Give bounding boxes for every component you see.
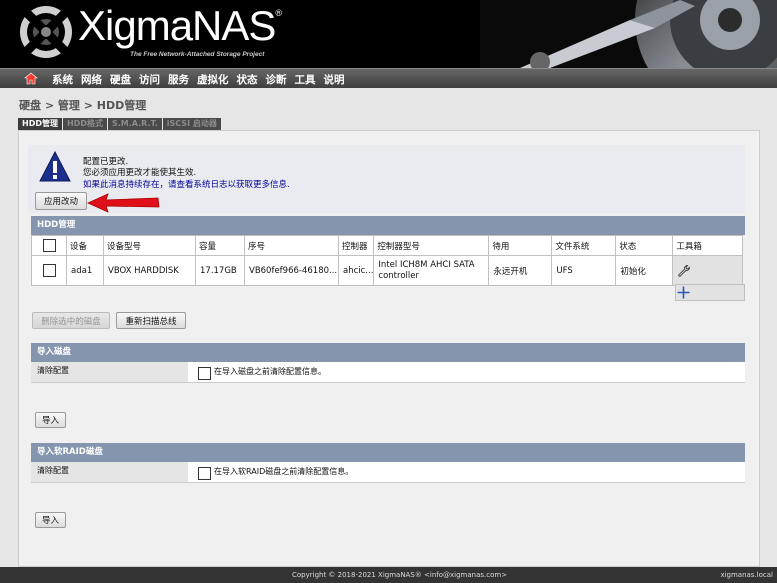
select-all-header — [31, 235, 67, 256]
breadcrumb: 硬盘 > 管理 > HDD管理 — [19, 99, 147, 112]
table-header-row: 设备 设备型号 容量 序号 控制器 控制器型号 待用 文件系统 状态 工具箱 — [31, 235, 744, 256]
home-icon[interactable] — [24, 72, 38, 85]
delete-selected-disks-button[interactable]: 删除选中的磁盘 — [32, 312, 110, 329]
rescan-bus-button[interactable]: 重新扫描总线 — [116, 312, 186, 329]
menu-services[interactable]: 服务 — [164, 72, 193, 87]
column-header: 控制器 — [337, 235, 375, 256]
header-banner: XigmaNAS® The Free Network-Attached Stor… — [0, 0, 777, 68]
logo-text: XigmaNAS® — [78, 2, 282, 49]
select-all-checkbox[interactable] — [43, 239, 56, 252]
menu-status[interactable]: 状态 — [233, 72, 262, 87]
add-icon[interactable] — [677, 286, 690, 299]
tab-hdd-format[interactable]: HDD格式 — [62, 118, 107, 130]
warning-icon — [39, 151, 71, 182]
main-menu-bar: 系统 网络 硬盘 访问 服务 虚拟化 状态 诊断 工具 说明 — [0, 68, 777, 88]
model-cell: VBOX HARDDISK — [103, 255, 196, 286]
apply-changes-button[interactable]: 应用改动 — [35, 192, 87, 210]
hdd-management-header: HDD管理 — [31, 216, 745, 235]
column-header: 文件系统 — [551, 235, 617, 256]
tab-smart[interactable]: S.M.A.R.T. — [107, 118, 162, 130]
menu-items: 系统 网络 硬盘 访问 服务 虚拟化 状态 诊断 工具 说明 — [48, 69, 349, 89]
menu-diagnostics[interactable]: 诊断 — [262, 72, 291, 87]
clear-config-checkbox[interactable] — [198, 367, 211, 380]
clear-config-label: 清除配置 — [31, 362, 188, 383]
clear-raid-config-label: 清除配置 — [31, 462, 188, 483]
column-header: 工具箱 — [672, 235, 744, 256]
column-header: 状态 — [615, 235, 674, 256]
standby-cell: 永远开机 — [488, 255, 553, 286]
footer: Copyright © 2018-2021 XigmaNAS® <info@xi… — [0, 567, 777, 583]
tab-iscsi-initiator[interactable]: iSCSI 启动器 — [162, 118, 221, 130]
clear-raid-config-field: 在导入软RAID磁盘之前清除配置信息。 — [188, 462, 745, 483]
clear-raid-config-description: 在导入软RAID磁盘之前清除配置信息。 — [214, 467, 354, 476]
column-header: 设备 — [66, 235, 104, 256]
clear-config-field: 在导入磁盘之前清除配置信息。 — [188, 362, 745, 383]
logo-tagline: The Free Network-Attached Storage Projec… — [130, 51, 265, 58]
clear-raid-config-checkbox[interactable] — [198, 467, 211, 480]
import-raid-button[interactable]: 导入 — [35, 512, 66, 528]
import-raid-header: 导入软RAID磁盘 — [31, 443, 745, 462]
wrench-icon[interactable] — [677, 264, 691, 278]
tab-hdd-management[interactable]: HDD管理 — [18, 118, 62, 130]
menu-help[interactable]: 说明 — [320, 72, 349, 87]
device-cell: ada1 — [66, 255, 104, 286]
size-cell: 17.17GB — [195, 255, 245, 286]
pointer-arrow-icon — [87, 193, 160, 213]
row-select-cell — [31, 255, 67, 286]
column-header: 待用 — [488, 235, 553, 256]
column-header: 控制器型号 — [373, 235, 490, 256]
menu-network[interactable]: 网络 — [77, 72, 106, 87]
hard-disk-illustration — [480, 0, 777, 68]
xigmanas-logo-icon — [20, 6, 72, 58]
hostname-text: xigmanas.local — [720, 571, 773, 579]
menu-virtualization[interactable]: 虚拟化 — [193, 72, 233, 87]
table-row: ada1 VBOX HARDDISK 17.17GB VB60fef966-46… — [31, 255, 744, 286]
tab-bar: HDD管理 HDD格式 S.M.A.R.T. iSCSI 启动器 — [18, 118, 222, 130]
disk-table: 设备 设备型号 容量 序号 控制器 控制器型号 待用 文件系统 状态 工具箱 a… — [31, 235, 744, 286]
menu-system[interactable]: 系统 — [48, 72, 77, 87]
toolbox-cell — [672, 255, 744, 286]
alert-message: 您必须应用更改才能使其生效. — [83, 168, 197, 178]
column-header: 容量 — [195, 235, 245, 256]
import-disks-header: 导入磁盘 — [31, 343, 745, 362]
copyright-text: Copyright © 2018-2021 XigmaNAS® <info@xi… — [292, 571, 508, 579]
row-checkbox[interactable] — [43, 264, 56, 277]
column-header: 序号 — [244, 235, 339, 256]
filesystem-cell: UFS — [551, 255, 617, 286]
serial-cell: VB60fef966-46180... — [244, 255, 339, 286]
import-button[interactable]: 导入 — [35, 412, 66, 428]
controller-cell: ahcic... — [337, 255, 375, 286]
status-cell: 初始化 — [615, 255, 674, 286]
controller-model-cell: Intel ICH8M AHCI SATA controller — [373, 255, 490, 286]
column-header: 设备型号 — [103, 235, 196, 256]
menu-disks[interactable]: 硬盘 — [106, 72, 135, 87]
menu-tools[interactable]: 工具 — [291, 72, 320, 87]
menu-access[interactable]: 访问 — [135, 72, 164, 87]
clear-config-description: 在导入磁盘之前清除配置信息。 — [214, 367, 326, 376]
app-window: XigmaNAS® The Free Network-Attached Stor… — [0, 0, 777, 583]
alert-log-hint: 如果此消息持续存在，请查看系统日志以获取更多信息. — [83, 180, 290, 190]
